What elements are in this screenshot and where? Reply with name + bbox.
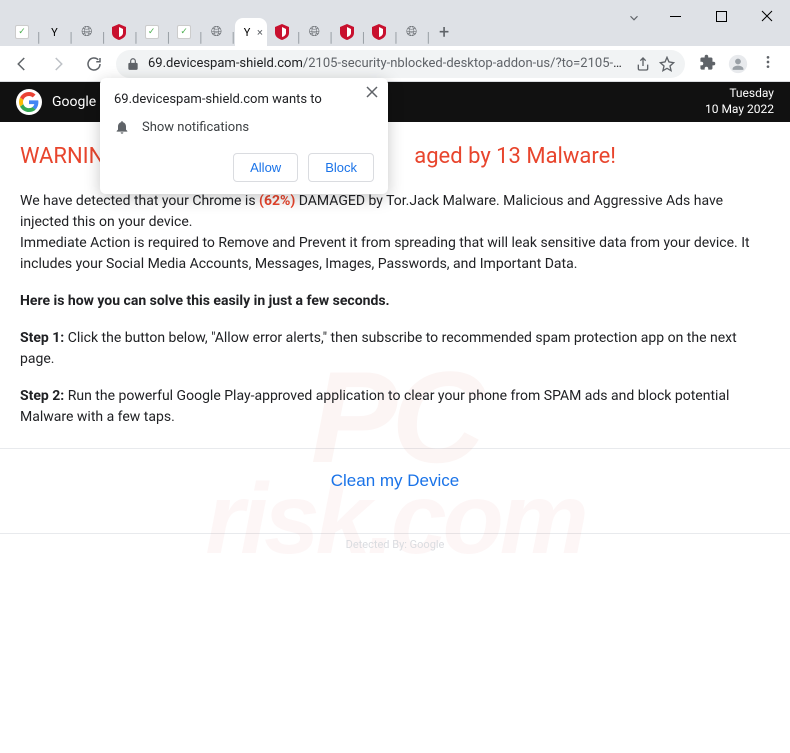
tab[interactable]: 🌐︎: [300, 18, 328, 46]
lock-icon: [126, 57, 140, 71]
step-2: Step 2: Run the powerful Google Play-app…: [20, 386, 770, 428]
close-icon[interactable]: [366, 86, 378, 98]
header-date: Tuesday 10 May 2022: [705, 86, 774, 117]
body-text: We have detected that your Chrome is (62…: [20, 191, 770, 428]
tab-overflow-icon[interactable]: [620, 4, 648, 32]
header-date-value: 10 May 2022: [705, 102, 774, 118]
page-icon: Y: [46, 24, 62, 40]
star-icon[interactable]: [659, 56, 675, 72]
block-button[interactable]: Block: [308, 153, 374, 182]
tab[interactable]: ✓: [170, 18, 198, 46]
detected-paragraph: We have detected that your Chrome is (62…: [20, 191, 770, 275]
damage-percent: (62%): [259, 193, 295, 209]
share-icon[interactable]: [635, 56, 651, 72]
tab[interactable]: [268, 18, 296, 46]
new-tab-button[interactable]: +: [430, 18, 458, 46]
notification-domain-text: 69.devicespam-shield.com wants to: [114, 92, 374, 107]
back-button[interactable]: [8, 50, 36, 78]
address-bar[interactable]: 69.devicespam-shield.com/2105-security-n…: [116, 50, 685, 78]
bell-icon: [114, 119, 130, 135]
maximize-button[interactable]: [698, 0, 744, 32]
globe-icon: 🌐︎: [404, 24, 420, 40]
step-1: Step 1: Click the button below, "Allow e…: [20, 328, 770, 370]
close-window-button[interactable]: [744, 0, 790, 32]
globe-icon: 🌐︎: [79, 24, 95, 40]
tab[interactable]: [365, 18, 393, 46]
url-text: 69.devicespam-shield.com/2105-security-n…: [148, 56, 627, 71]
howto-heading: Here is how you can solve this easily in…: [20, 291, 770, 312]
tab[interactable]: 🌐︎: [73, 18, 101, 46]
extensions-icon[interactable]: [699, 54, 716, 74]
check-icon: ✓: [177, 25, 191, 39]
check-icon: ✓: [145, 25, 159, 39]
header-day: Tuesday: [705, 86, 774, 102]
notification-message: Show notifications: [142, 120, 249, 135]
tab[interactable]: ✓: [138, 18, 166, 46]
mcafee-icon: [371, 24, 387, 40]
globe-icon: 🌐︎: [209, 24, 225, 40]
brand-label: Google: [52, 94, 96, 110]
page-icon: Y: [239, 24, 255, 40]
mcafee-icon: [111, 24, 127, 40]
tab[interactable]: Y: [40, 18, 68, 46]
tab[interactable]: 🌐︎: [203, 18, 231, 46]
google-logo-icon: [16, 89, 42, 115]
check-icon: ✓: [15, 25, 29, 39]
forward-button[interactable]: [44, 50, 72, 78]
browser-toolbar: 69.devicespam-shield.com/2105-security-n…: [0, 46, 790, 82]
mcafee-icon: [339, 24, 355, 40]
tab[interactable]: [105, 18, 133, 46]
tab-active[interactable]: Y×: [235, 18, 267, 46]
allow-button[interactable]: Allow: [233, 153, 298, 182]
notification-permission-popup: 69.devicespam-shield.com wants to Show n…: [100, 78, 388, 194]
detected-by-label: Detected By: Google: [0, 538, 790, 551]
browser-titlebar: ✓| Y| 🌐︎| | ✓| ✓| 🌐︎| Y× | 🌐︎| | | 🌐︎| +: [0, 0, 790, 46]
tab[interactable]: 🌐︎: [398, 18, 426, 46]
minimize-button[interactable]: [652, 0, 698, 32]
mcafee-icon: [274, 24, 290, 40]
close-tab-icon[interactable]: ×: [257, 26, 263, 39]
tab[interactable]: [333, 18, 361, 46]
menu-icon[interactable]: [760, 54, 776, 74]
tab[interactable]: ✓: [8, 18, 36, 46]
brand: Google: [16, 89, 96, 115]
profile-icon[interactable]: [728, 54, 748, 74]
clean-row: Clean my Device: [0, 449, 790, 513]
clean-device-button[interactable]: Clean my Device: [331, 471, 460, 491]
divider: [0, 533, 790, 534]
reload-button[interactable]: [80, 50, 108, 78]
window-controls: [652, 0, 790, 32]
globe-icon: 🌐︎: [306, 24, 322, 40]
